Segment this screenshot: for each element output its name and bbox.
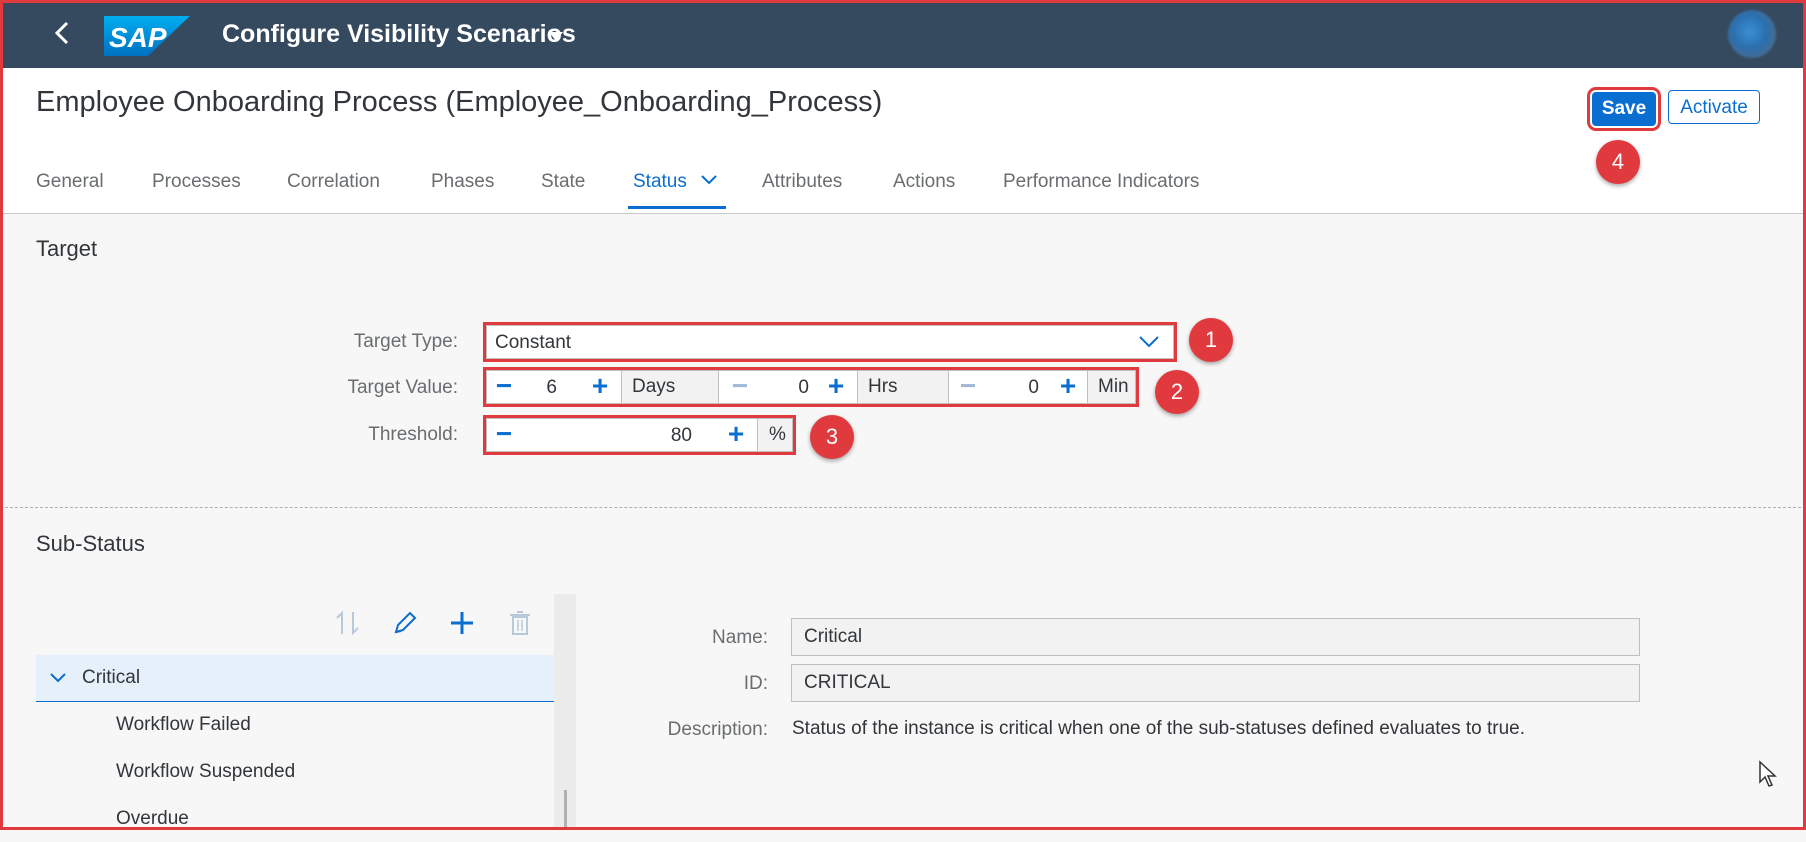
back-icon[interactable] [48,18,78,48]
id-field[interactable]: CRITICAL [791,664,1640,702]
section-divider [0,507,1806,508]
hrs-stepper[interactable]: − 0 + [718,370,858,404]
threshold-group: − 80 + % [483,415,796,455]
minus-icon[interactable]: − [723,371,757,403]
minus-icon[interactable]: − [951,371,985,403]
edit-icon[interactable] [390,608,420,638]
plus-icon[interactable]: + [1051,371,1085,403]
activate-button[interactable]: Activate [1668,90,1760,124]
min-stepper[interactable]: − 0 + [948,370,1088,404]
threshold-value[interactable]: 80 [657,425,692,447]
chevron-down-icon [701,175,717,185]
name-field[interactable]: Critical [791,618,1640,656]
threshold-stepper[interactable]: − 80 + [486,418,758,452]
tree-item-label: Overdue [116,808,189,829]
name-label: Name: [712,627,768,648]
tree-item-label: Workflow Suspended [116,761,296,782]
plus-icon[interactable]: + [719,419,753,451]
tree-item-label: Critical [82,667,141,688]
annotation-badge-3: 3 [810,415,854,459]
svg-text:SAP: SAP [109,22,167,53]
save-button[interactable]: Save [1587,87,1661,131]
threshold-unit: % [757,418,793,452]
sap-logo: SAP [104,16,190,56]
chevron-down-icon[interactable] [1139,336,1159,348]
add-icon[interactable] [447,608,477,638]
tab-attributes[interactable]: Attributes [762,171,842,193]
app-title[interactable]: Configure Visibility Scenarios [222,20,576,49]
cursor-icon [1759,760,1777,787]
target-type-label: Target Type: [353,331,458,352]
tree-item-workflow-failed[interactable]: Workflow Failed [36,702,554,748]
page-title: Employee Onboarding Process (Employee_On… [36,86,883,118]
annotation-badge-1: 1 [1189,318,1233,362]
substatus-section-title: Sub-Status [36,531,145,556]
tab-status[interactable]: Status [633,171,717,193]
plus-icon[interactable]: + [583,371,617,403]
target-section-title: Target [36,236,98,261]
threshold-label: Threshold: [368,424,458,445]
target-value-group: − 6 + Days − 0 + Hrs − 0 + Min [483,367,1139,407]
tab-state[interactable]: State [541,171,585,193]
active-tab-indicator [628,206,726,209]
annotation-badge-4: 4 [1596,140,1640,184]
delete-icon[interactable] [505,608,535,638]
tree-item-label: Workflow Failed [116,714,251,735]
minus-icon[interactable]: − [487,371,521,403]
target-type-value: Constant [495,332,572,353]
title-dropdown-icon[interactable] [549,32,563,41]
plus-icon[interactable]: + [819,371,853,403]
tree-item-workflow-suspended[interactable]: Workflow Suspended [36,749,554,795]
tree-item-overdue[interactable]: Overdue [36,796,554,842]
hrs-unit: Hrs [857,370,949,404]
minus-icon[interactable]: − [487,419,521,451]
tab-status-label: Status [633,171,687,192]
days-stepper[interactable]: − 6 + [486,370,622,404]
description-value: Status of the instance is critical when … [792,718,1525,739]
target-type-select[interactable]: Constant [483,322,1177,362]
min-value[interactable]: 0 [999,377,1039,399]
sort-icon[interactable] [333,608,363,638]
chevron-down-icon[interactable] [50,673,66,683]
target-value-label: Target Value: [347,377,458,398]
tree-item-critical[interactable]: Critical [36,655,554,702]
tab-actions[interactable]: Actions [893,171,955,193]
avatar[interactable] [1728,10,1776,58]
id-label: ID: [743,673,768,694]
tab-general[interactable]: General [36,171,104,193]
hrs-value[interactable]: 0 [769,377,809,399]
tab-correlation[interactable]: Correlation [287,171,380,193]
days-unit: Days [621,370,719,404]
days-value[interactable]: 6 [527,377,557,399]
description-label: Description: [667,719,768,740]
tree-scrollbar[interactable] [554,594,576,830]
tab-performance-indicators[interactable]: Performance Indicators [1003,171,1199,193]
object-header: Employee Onboarding Process (Employee_On… [0,68,1806,214]
shell-bar: SAP Configure Visibility Scenarios [0,0,1806,68]
annotation-badge-2: 2 [1155,370,1199,414]
min-unit: Min [1087,370,1136,404]
tab-phases[interactable]: Phases [431,171,494,193]
scrollbar-thumb[interactable] [564,790,567,830]
tab-processes[interactable]: Processes [152,171,241,193]
